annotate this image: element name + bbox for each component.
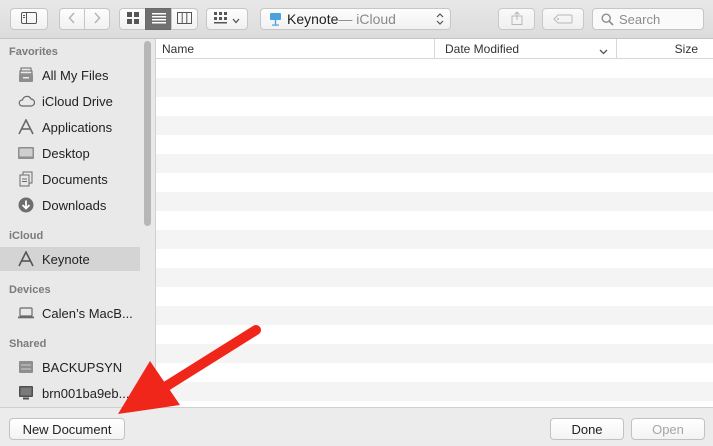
empty-row	[156, 211, 713, 230]
empty-row	[156, 344, 713, 363]
empty-row	[156, 97, 713, 116]
downloads-icon	[16, 196, 36, 214]
empty-row	[156, 192, 713, 211]
empty-row	[156, 116, 713, 135]
empty-row	[156, 382, 713, 401]
tag-icon	[553, 12, 573, 27]
columns-icon	[177, 11, 192, 27]
sidebar-toggle-button[interactable]	[10, 8, 48, 30]
sidebar-item-label: Downloads	[42, 197, 107, 213]
monitor-icon	[16, 384, 36, 402]
search-placeholder: Search	[619, 11, 661, 27]
chevron-left-icon	[68, 11, 76, 27]
sidebar-item-label: Desktop	[42, 145, 90, 161]
new-document-label: New Document	[22, 421, 112, 437]
sidebar-icon	[21, 11, 37, 27]
sidebar: Favorites All My Files iCloud Drive Appl…	[0, 39, 156, 407]
column-name-label: Name	[162, 41, 195, 56]
icon-view-button[interactable]	[119, 8, 146, 30]
applications-icon	[16, 118, 36, 136]
empty-row	[156, 249, 713, 268]
search-field[interactable]: Search	[592, 8, 704, 30]
sidebar-heading-icloud: iCloud	[9, 230, 44, 242]
sidebar-item-label: Documents	[42, 171, 108, 187]
sidebar-item-label: Keynote	[42, 251, 90, 267]
chevron-right-icon	[93, 11, 101, 27]
done-label: Done	[571, 421, 603, 437]
open-button[interactable]: Open	[631, 418, 705, 440]
sidebar-heading-favorites: Favorites	[9, 46, 58, 58]
share-button[interactable]	[498, 8, 535, 30]
sidebar-item-label: BACKUPSYN	[42, 359, 123, 375]
open-label: Open	[652, 421, 684, 437]
keynote-location-icon	[269, 12, 282, 26]
column-name[interactable]: Name	[156, 39, 434, 58]
list-icon	[151, 12, 166, 27]
empty-row	[156, 154, 713, 173]
empty-row	[156, 363, 713, 382]
sidebar-item-label: Calen’s MacB...	[42, 305, 133, 321]
sidebar-item-documents[interactable]: Documents	[0, 167, 140, 191]
new-document-button[interactable]: New Document	[9, 418, 125, 440]
sort-chevron-down-icon	[599, 44, 608, 58]
column-header: Name Date Modified Size	[156, 39, 713, 59]
server-icon	[16, 358, 36, 376]
empty-row	[156, 59, 713, 78]
arrange-grid-icon	[214, 11, 228, 27]
documents-icon	[16, 170, 36, 188]
sidebar-heading-devices: Devices	[9, 284, 51, 296]
sidebar-item-desktop[interactable]: Desktop	[0, 141, 140, 165]
grid-icon	[126, 11, 139, 27]
location-title: Keynote	[287, 11, 339, 27]
sidebar-item-backupsyn[interactable]: BACKUPSYN	[0, 355, 140, 379]
forward-button[interactable]	[84, 8, 110, 30]
sidebar-heading-shared: Shared	[9, 338, 47, 350]
empty-row	[156, 268, 713, 287]
column-date-label: Date Modified	[445, 41, 520, 56]
back-button[interactable]	[59, 8, 85, 30]
arrange-dropdown[interactable]	[206, 8, 248, 30]
file-rows	[156, 59, 713, 407]
sidebar-item-keynote[interactable]: Keynote	[0, 247, 140, 271]
sidebar-scrollbar[interactable]	[144, 41, 151, 226]
column-size[interactable]: Size	[616, 39, 713, 58]
cloud-icon	[16, 92, 36, 110]
sidebar-item-all-my-files[interactable]: All My Files	[0, 63, 140, 87]
sidebar-item-label: brn001ba9eb...	[42, 385, 130, 401]
empty-row	[156, 78, 713, 97]
sidebar-item-label: iCloud Drive	[42, 93, 113, 109]
location-suffix: — iCloud	[338, 11, 396, 27]
column-size-label: Size	[674, 41, 698, 56]
empty-row	[156, 325, 713, 344]
list-view-button[interactable]	[145, 8, 172, 30]
laptop-icon	[16, 304, 36, 322]
desktop-icon	[16, 144, 36, 162]
sidebar-item-downloads[interactable]: Downloads	[0, 193, 140, 217]
column-view-button[interactable]	[171, 8, 198, 30]
empty-row	[156, 287, 713, 306]
chevron-down-icon	[232, 12, 240, 27]
empty-row	[156, 173, 713, 192]
column-date-modified[interactable]: Date Modified	[434, 39, 616, 58]
tag-button[interactable]	[542, 8, 584, 30]
sidebar-item-applications[interactable]: Applications	[0, 115, 140, 139]
empty-row	[156, 230, 713, 249]
search-icon	[601, 12, 614, 26]
empty-row	[156, 306, 713, 325]
sidebar-item-macbook[interactable]: Calen’s MacB...	[0, 301, 140, 325]
all-files-icon	[16, 66, 36, 84]
empty-row	[156, 135, 713, 154]
sidebar-item-brn001ba9eb[interactable]: brn001ba9eb...	[0, 381, 140, 405]
location-popup[interactable]: Keynote — iCloud	[260, 8, 451, 30]
sidebar-item-label: Applications	[42, 119, 113, 135]
done-button[interactable]: Done	[550, 418, 624, 440]
sidebar-item-label: All My Files	[42, 67, 109, 83]
sidebar-item-icloud-drive[interactable]: iCloud Drive	[0, 89, 140, 113]
up-down-chevron-icon	[436, 12, 444, 29]
toolbar: Keynote — iCloud Search	[0, 0, 713, 39]
share-icon	[511, 10, 523, 28]
keynote-icon	[16, 250, 36, 268]
bottom-bar: New Document Done Open	[0, 407, 713, 446]
file-list[interactable]: Name Date Modified Size	[156, 39, 713, 407]
